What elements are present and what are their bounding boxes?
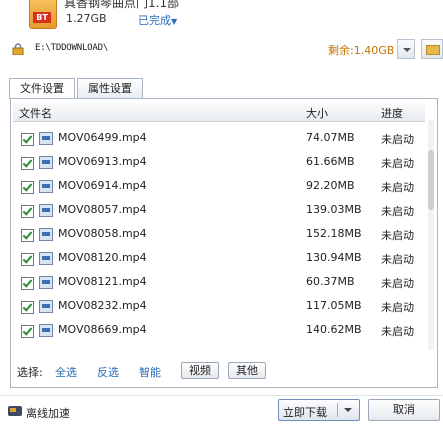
- task-size: 1.27GB: [66, 12, 107, 25]
- file-checkbox[interactable]: [21, 181, 34, 194]
- file-size: 130.94MB: [306, 251, 362, 264]
- file-name: MOV06913.mp4: [58, 155, 147, 168]
- file-status: 未启动: [381, 301, 414, 314]
- file-checkbox[interactable]: [21, 253, 34, 266]
- file-name: MOV08232.mp4: [58, 299, 147, 312]
- file-name: MOV08057.mp4: [58, 203, 147, 216]
- file-status: 未启动: [381, 205, 414, 218]
- file-list-scrollbar[interactable]: [428, 120, 434, 350]
- file-status: 未启动: [381, 157, 414, 170]
- free-space-label: 剩余:1.40GB: [328, 44, 395, 57]
- tab-property-settings[interactable]: 属性设置: [77, 78, 143, 98]
- offline-accelerate-label[interactable]: 离线加速: [26, 405, 70, 421]
- file-size: 61.66MB: [306, 155, 355, 168]
- file-list: 文件名 大小 进度 MOV06499.mp4 74.07MB 未启动 MOV06…: [13, 103, 425, 353]
- footer-divider: [0, 395, 443, 396]
- file-checkbox[interactable]: [21, 301, 34, 314]
- file-status: 未启动: [381, 325, 414, 338]
- file-checkbox[interactable]: [21, 205, 34, 218]
- select-all-link[interactable]: 全选: [55, 364, 77, 380]
- file-checkbox[interactable]: [21, 133, 34, 146]
- file-checkbox[interactable]: [21, 277, 34, 290]
- file-size: 140.62MB: [306, 323, 362, 336]
- offline-accelerate-icon: [8, 406, 22, 416]
- file-size: 152.18MB: [306, 227, 362, 240]
- video-file-icon: [39, 324, 53, 337]
- task-status[interactable]: 已完成▼: [138, 12, 177, 28]
- chevron-down-icon[interactable]: [344, 408, 352, 412]
- video-file-icon: [39, 228, 53, 241]
- folder-icon: [426, 45, 440, 55]
- invert-selection-link[interactable]: 反选: [97, 364, 119, 380]
- save-path-row: E:\TDDOWNLOAD\ 剩余:1.40GB: [5, 36, 443, 64]
- lock-icon: [12, 43, 24, 55]
- column-progress[interactable]: 进度: [381, 105, 403, 121]
- tab-file-settings[interactable]: 文件设置: [9, 78, 75, 99]
- video-file-icon: [39, 132, 53, 145]
- file-list-header: 文件名 大小 进度: [13, 103, 425, 122]
- file-checkbox[interactable]: [21, 325, 34, 338]
- file-status: 未启动: [381, 277, 414, 290]
- file-status: 未启动: [381, 181, 414, 194]
- file-row[interactable]: MOV08058.mp4 152.18MB 未启动: [13, 224, 425, 248]
- task-status-label: 已完成: [138, 14, 171, 27]
- video-file-icon: [39, 204, 53, 217]
- save-path-input[interactable]: E:\TDDOWNLOAD\: [35, 43, 108, 53]
- column-size[interactable]: 大小: [306, 105, 328, 121]
- path-history-dropdown[interactable]: [397, 39, 415, 59]
- file-status: 未启动: [381, 133, 414, 146]
- smart-selection-link[interactable]: 智能: [139, 364, 161, 380]
- bt-badge: BT: [33, 12, 51, 23]
- file-size: 74.07MB: [306, 131, 355, 144]
- video-file-icon: [39, 180, 53, 193]
- file-size: 139.03MB: [306, 203, 362, 216]
- file-name: MOV08058.mp4: [58, 227, 147, 240]
- task-title: 真香钢琴曲点门1.1部: [64, 0, 180, 10]
- download-now-label: 立即下载: [283, 406, 327, 419]
- file-size: 117.05MB: [306, 299, 362, 312]
- file-row[interactable]: MOV08120.mp4 130.94MB 未启动: [13, 248, 425, 272]
- chevron-down-icon: ▼: [171, 17, 178, 26]
- file-size: 92.20MB: [306, 179, 355, 192]
- button-divider: [337, 403, 338, 417]
- file-row[interactable]: MOV06499.mp4 74.07MB 未启动: [13, 128, 425, 152]
- file-row[interactable]: MOV06913.mp4 61.66MB 未启动: [13, 152, 425, 176]
- file-status: 未启动: [381, 229, 414, 242]
- file-name: MOV06914.mp4: [58, 179, 147, 192]
- video-file-icon: [39, 300, 53, 313]
- filter-other-button[interactable]: 其他: [228, 362, 266, 379]
- file-row[interactable]: MOV08232.mp4 117.05MB 未启动: [13, 296, 425, 320]
- selection-label: 选择:: [17, 366, 43, 379]
- column-name[interactable]: 文件名: [19, 105, 52, 121]
- file-row[interactable]: MOV06914.mp4 92.20MB 未启动: [13, 176, 425, 200]
- file-checkbox[interactable]: [21, 229, 34, 242]
- file-size: 60.37MB: [306, 275, 355, 288]
- file-name: MOV08120.mp4: [58, 251, 147, 264]
- filter-video-button[interactable]: 视频: [181, 362, 219, 379]
- file-row[interactable]: MOV08121.mp4 60.37MB 未启动: [13, 272, 425, 296]
- file-name: MOV08669.mp4: [58, 323, 147, 336]
- file-status: 未启动: [381, 253, 414, 266]
- file-name: MOV08121.mp4: [58, 275, 147, 288]
- video-file-icon: [39, 156, 53, 169]
- file-checkbox[interactable]: [21, 157, 34, 170]
- file-row[interactable]: MOV08057.mp4 139.03MB 未启动: [13, 200, 425, 224]
- cancel-button[interactable]: 取消: [368, 399, 440, 421]
- file-row[interactable]: MOV08669.mp4 140.62MB 未启动: [13, 320, 425, 344]
- scrollbar-thumb[interactable]: [428, 150, 434, 210]
- video-file-icon: [39, 276, 53, 289]
- file-name: MOV06499.mp4: [58, 131, 147, 144]
- task-header: BT 真香钢琴曲点门1.1部 1.27GB 已完成▼: [0, 0, 443, 36]
- download-now-button[interactable]: 立即下载: [278, 399, 360, 421]
- browse-folder-button[interactable]: [421, 39, 443, 59]
- video-file-icon: [39, 252, 53, 265]
